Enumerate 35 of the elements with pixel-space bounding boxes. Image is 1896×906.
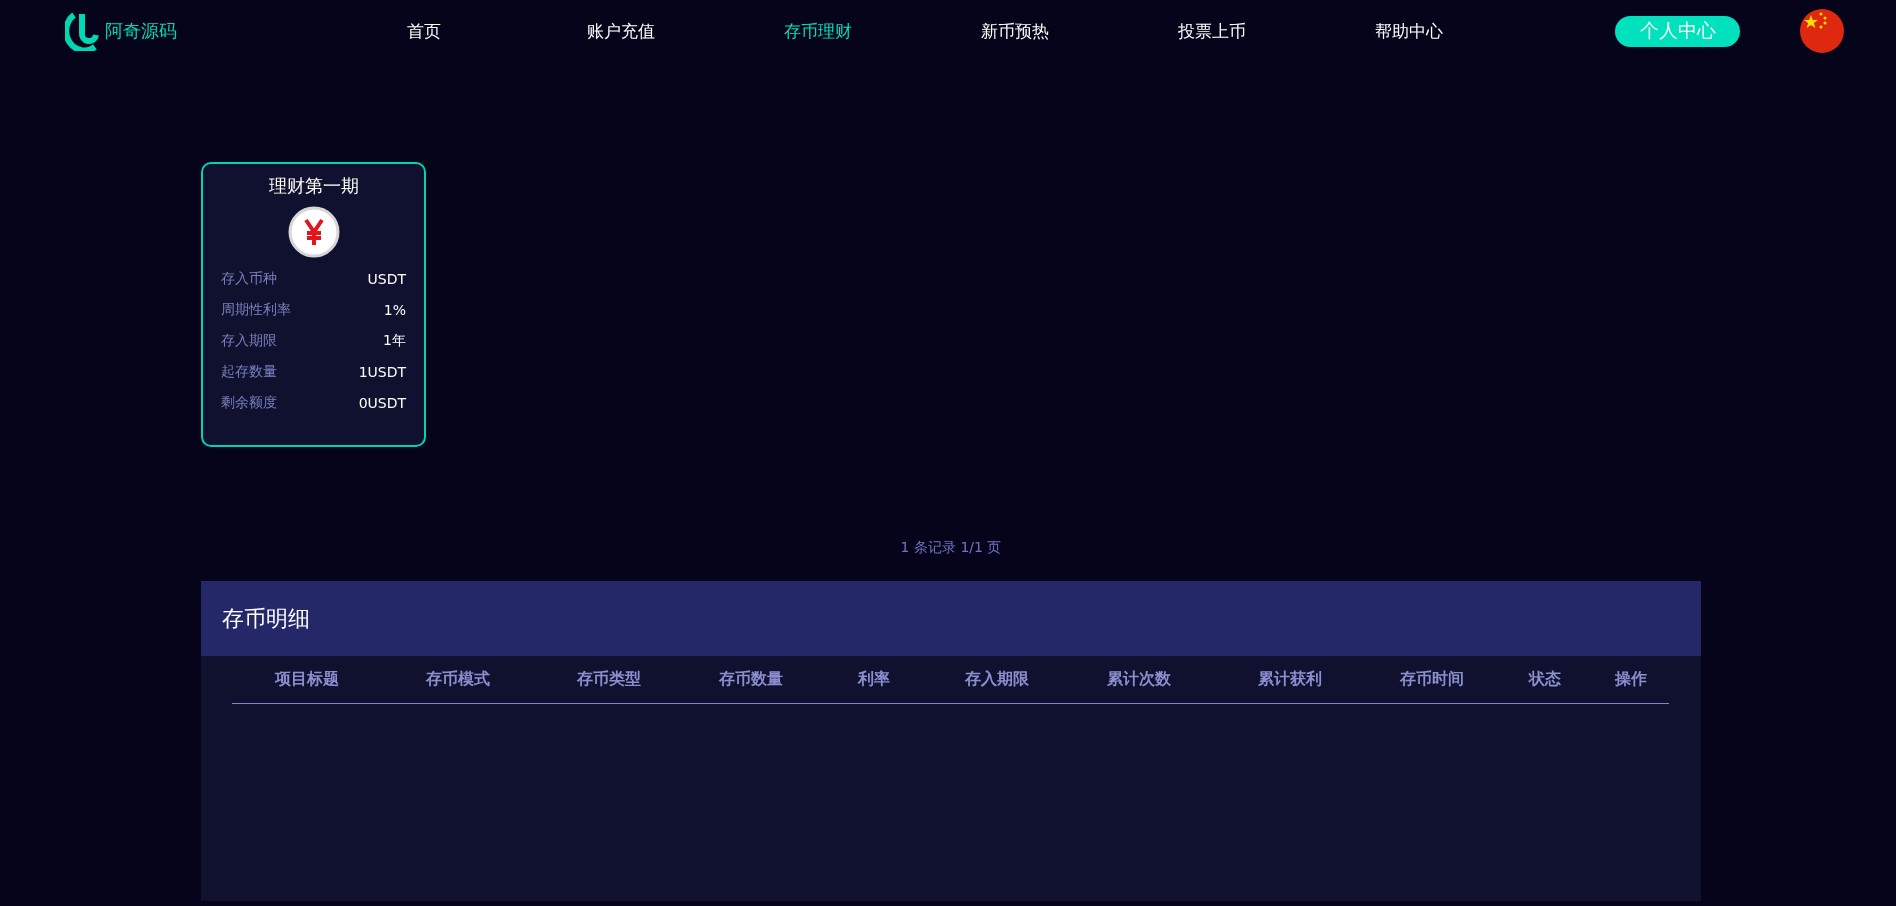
nav-link[interactable]: 首页 xyxy=(325,19,522,43)
brand-name: 阿奇源码 xyxy=(105,19,177,43)
field-value: 1% xyxy=(383,302,406,318)
column-header: 存币类型 xyxy=(575,669,642,690)
nav-link[interactable]: 投票上币 xyxy=(1113,19,1310,43)
column-header: 状态 xyxy=(1527,669,1562,690)
column-header: 利率 xyxy=(856,669,891,690)
field-label: 存入期限 xyxy=(221,332,277,350)
nav-link[interactable]: 帮助中心 xyxy=(1310,19,1507,43)
nav-link[interactable]: 存币理财 xyxy=(719,19,916,43)
product-card[interactable]: 理财第一期 存入币种 USDT 周期性利率 1% 存入期限 1年 起存数量 1USDT 剩余额度 0USDT xyxy=(201,162,426,447)
field-value: 1USDT xyxy=(358,364,406,380)
logo-icon xyxy=(65,11,99,51)
column-header: 存入期限 xyxy=(964,669,1030,690)
nav-link[interactable]: 新币预热 xyxy=(916,19,1113,43)
field-label: 周期性利率 xyxy=(221,301,291,319)
yen-icon xyxy=(287,206,340,258)
field-label: 剩余额度 xyxy=(221,394,277,412)
field-label: 起存数量 xyxy=(221,363,277,381)
column-header: 存币数量 xyxy=(717,669,784,690)
column-header: 存币模式 xyxy=(424,669,491,690)
field-value: 0USDT xyxy=(358,395,406,411)
column-header: 操作 xyxy=(1613,669,1648,690)
column-header: 项目标题 xyxy=(273,669,340,690)
details-title: 存币明细 xyxy=(222,604,310,633)
field-label: 存入币种 xyxy=(221,270,277,288)
pagination-info: 1 条记录 1/1 页 xyxy=(900,539,1002,555)
column-header: 累计次数 xyxy=(1105,669,1172,690)
field-value: 1年 xyxy=(383,332,406,350)
field-value: USDT xyxy=(367,271,406,287)
column-header: 存币时间 xyxy=(1398,669,1465,690)
nav-link[interactable]: 账户充值 xyxy=(522,19,719,43)
column-header: 累计获利 xyxy=(1256,669,1323,690)
card-title: 理财第一期 xyxy=(268,174,359,198)
flag-icon[interactable] xyxy=(1800,9,1844,53)
